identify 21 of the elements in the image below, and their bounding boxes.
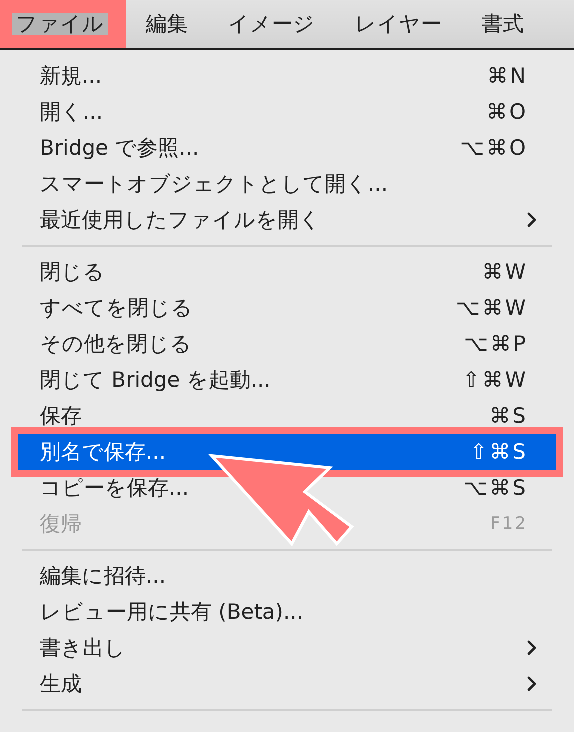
menu-bar-item[interactable]: ファイル xyxy=(0,0,126,48)
menu-item[interactable]: コピーを保存... ⌥⌘S xyxy=(0,470,574,506)
menu-item[interactable]: 閉じる ⌘W xyxy=(0,254,574,290)
menu-item[interactable]: 最近使用したファイルを開く xyxy=(0,202,574,238)
menu-item[interactable]: 書き出し xyxy=(0,630,574,666)
menu-item[interactable]: 開く... ⌘O xyxy=(0,94,574,130)
menu-item[interactable]: スマートオブジェクトとして開く... xyxy=(0,166,574,202)
menu-bar-item[interactable]: 編集 xyxy=(126,0,208,48)
menu-bar-item[interactable]: レイヤー xyxy=(335,0,462,48)
menu-item[interactable]: Bridge で参照... ⌥⌘O xyxy=(0,130,574,166)
menu-item[interactable]: 編集に招待... xyxy=(0,558,574,594)
menu-item[interactable]: 新規... ⌘N xyxy=(0,58,574,94)
menu-item[interactable]: 生成 xyxy=(0,666,574,702)
menu-item[interactable]: 保存 ⌘S xyxy=(0,398,574,434)
menu-item[interactable]: すべてを閉じる ⌥⌘W xyxy=(0,290,574,326)
menu-item[interactable]: 閉じて Bridge を起動... ⇧⌘W xyxy=(0,362,574,398)
menu-item[interactable]: その他を閉じる ⌥⌘P xyxy=(0,326,574,362)
menu-item[interactable]: レビュー用に共有 (Beta)... xyxy=(0,594,574,630)
menu-item[interactable]: 別名で保存... ⇧⌘S xyxy=(18,434,556,470)
menu-bar-item[interactable]: 書式 xyxy=(462,0,544,48)
menu-bar-item[interactable]: イメージ xyxy=(208,0,335,48)
